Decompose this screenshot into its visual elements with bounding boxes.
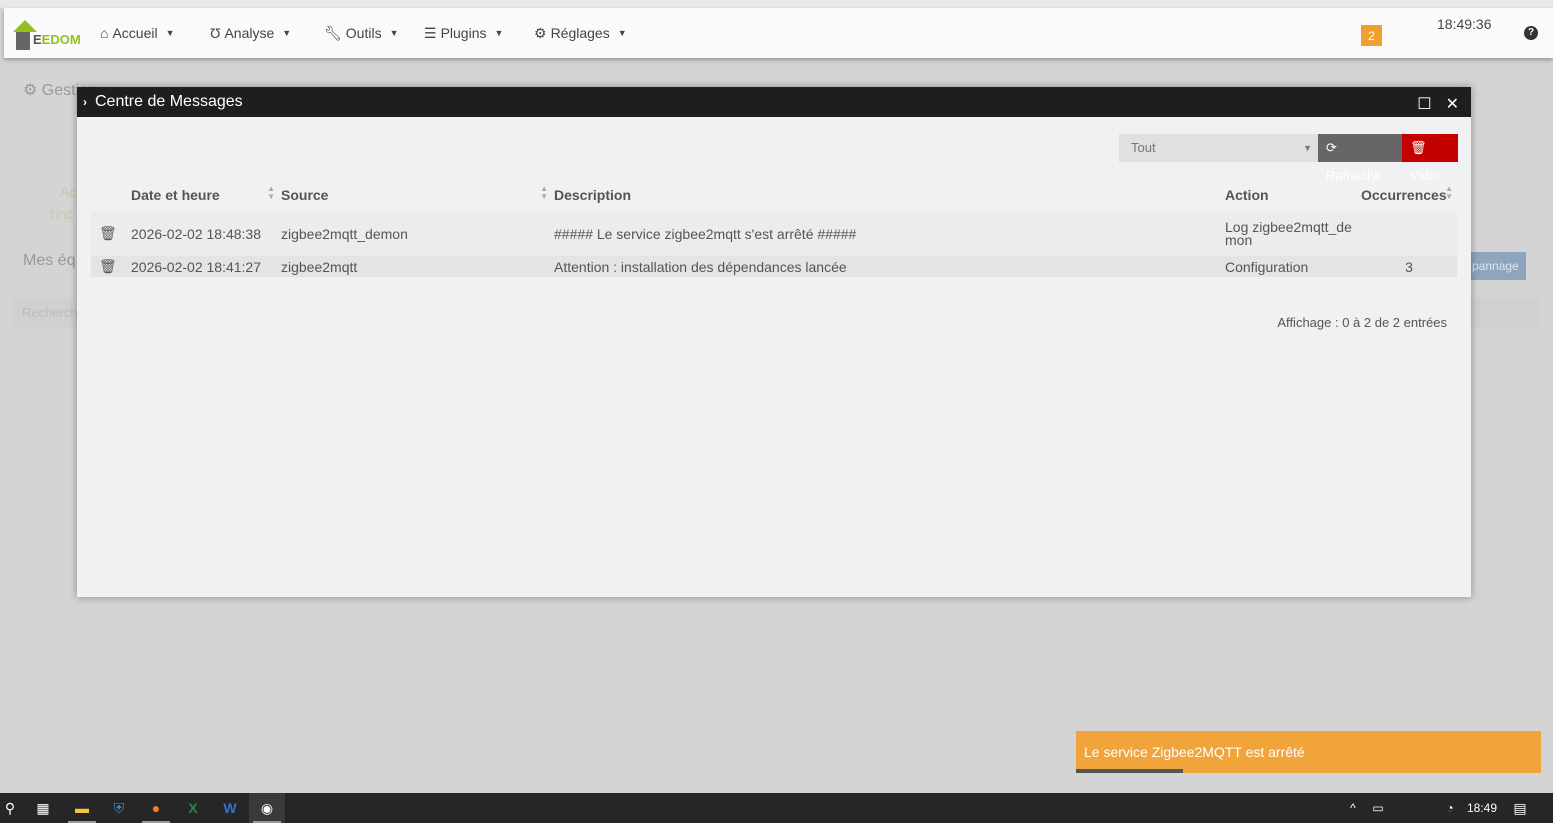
- clock: 18:49:36: [1437, 16, 1492, 32]
- browser-strip: [0, 0, 1553, 8]
- taskbar-clock[interactable]: 18:49: [1462, 793, 1502, 823]
- table-row: 🗑︎ 2026-02-02 18:48:38 zigbee2mqtt_demon…: [91, 211, 1457, 256]
- cell-date: 2026-02-02 18:48:38: [131, 225, 261, 242]
- chevron-right-icon: ›: [83, 95, 87, 109]
- stethoscope-icon: Ʊ: [210, 25, 221, 41]
- delete-message-icon[interactable]: 🗑︎: [91, 211, 129, 256]
- cell-description: Attention : installation des dépendances…: [554, 258, 847, 275]
- excel-icon[interactable]: X: [175, 793, 211, 823]
- nav-label: Plugins: [440, 25, 487, 41]
- nav-label: Analyse: [224, 25, 275, 41]
- column-header-description[interactable]: Description: [552, 179, 1223, 211]
- table-info: Affichage : 0 à 2 de 2 entrées: [1277, 315, 1447, 330]
- refresh-button[interactable]: ⟳ Rafraichir: [1318, 134, 1402, 183]
- dialog-titlebar[interactable]: › Centre de Messages ☐ ✕: [77, 87, 1471, 117]
- battery-icon[interactable]: ▭: [1360, 793, 1396, 823]
- cell-occurrences: 3: [1405, 258, 1413, 275]
- header-label: Description: [554, 187, 632, 203]
- header-label: Action: [1225, 187, 1269, 203]
- caret-down-icon: ▼: [389, 28, 399, 38]
- gear-icon: ⚙: [534, 24, 547, 41]
- clear-button[interactable]: 🗑︎Vider: [1402, 134, 1458, 183]
- top-navbar: EEDOM ⌂ Accueil ▼ Ʊ Analyse ▼ 🔧︎ Outils ▼ ☰ Plu…: [4, 8, 1553, 58]
- list-icon: ☰: [424, 24, 437, 41]
- caret-down-icon: ▼: [165, 28, 175, 38]
- sort-icon: ▲ ▼: [267, 184, 275, 201]
- nav-accueil[interactable]: ⌂ Accueil ▼: [100, 8, 175, 58]
- message-count-badge[interactable]: 2: [1361, 25, 1382, 46]
- caret-down-icon: ▼: [494, 28, 504, 38]
- nav-label: Réglages: [550, 25, 610, 41]
- bg-item: Ac: [60, 184, 77, 200]
- windows-taskbar: ⚲ ▦ ▬ ⛨ ● X W ◉ ^ ▭ ◔ 18:49 ▤: [0, 793, 1553, 823]
- close-icon[interactable]: ✕: [1446, 94, 1459, 114]
- logo-text: EEDOM: [33, 32, 81, 47]
- delete-message-icon[interactable]: 🗑︎: [91, 256, 129, 277]
- nav-label: Outils: [345, 25, 382, 41]
- nav-outils[interactable]: 🔧︎ Outils ▼: [324, 8, 399, 58]
- wrench-icon: 🔧︎: [324, 24, 342, 41]
- bg-section-title: Mes éq: [23, 252, 76, 269]
- word-icon[interactable]: W: [212, 793, 248, 823]
- caret-down-icon: ▼: [1303, 143, 1312, 153]
- header-label: Source: [281, 187, 329, 203]
- nav-label: Accueil: [112, 25, 158, 41]
- nav-plugins[interactable]: ☰ Plugins ▼: [424, 8, 503, 58]
- column-header-date[interactable]: Date et heure ▲ ▼: [129, 179, 279, 211]
- filter-select[interactable]: Tout ▼: [1119, 134, 1318, 162]
- messages-table: Date et heure ▲ ▼ Source ▲ ▼ Description Act…: [91, 179, 1457, 277]
- nav-reglages[interactable]: ⚙ Réglages ▼: [534, 8, 627, 58]
- refresh-icon: ⟳: [1326, 140, 1337, 155]
- maximize-icon[interactable]: ☐: [1417, 94, 1431, 114]
- notifications-icon[interactable]: ▤: [1502, 793, 1538, 823]
- security-app-icon[interactable]: ⛨: [101, 793, 137, 823]
- firefox-icon[interactable]: ●: [138, 793, 174, 823]
- cell-source: zigbee2mqtt: [281, 258, 358, 275]
- filter-value: Tout: [1131, 140, 1156, 155]
- message-center-dialog: › Centre de Messages ☐ ✕ Tout ▼ ⟳ Rafraic…: [77, 87, 1471, 597]
- caret-down-icon: ▼: [617, 28, 627, 38]
- bg-item: l'inc: [50, 206, 74, 222]
- column-header-occurrences[interactable]: Occurrences ▲ ▼: [1359, 179, 1457, 211]
- cell-occurrences: [1359, 211, 1457, 256]
- sort-icon: ▲ ▼: [1445, 184, 1453, 201]
- app-icon[interactable]: ◉: [249, 793, 285, 823]
- search-icon[interactable]: ⚲: [0, 793, 28, 823]
- column-header-action[interactable]: Action: [1223, 179, 1359, 211]
- nav-analyse[interactable]: Ʊ Analyse ▼: [210, 8, 291, 58]
- cell-date: 2026-02-02 18:41:27: [131, 258, 261, 275]
- cell-action-link[interactable]: Log zigbee2mqtt_demon: [1223, 211, 1359, 256]
- jeedom-logo[interactable]: EEDOM: [11, 16, 87, 52]
- caret-down-icon: ▼: [282, 28, 292, 38]
- dialog-title: Centre de Messages: [95, 93, 243, 110]
- table-row: 🗑︎ 2026-02-02 18:41:27 zigbee2mqtt Atten…: [91, 256, 1457, 277]
- task-view-icon[interactable]: ▦: [25, 793, 61, 823]
- file-explorer-icon[interactable]: ▬: [64, 793, 100, 823]
- header-label: Date et heure: [131, 187, 220, 203]
- bg-depannage-button[interactable]: pannage: [1467, 252, 1526, 280]
- trash-icon: 🗑︎: [1410, 140, 1427, 155]
- sort-icon: ▲ ▼: [540, 184, 548, 201]
- help-icon[interactable]: ?: [1524, 26, 1538, 40]
- cell-source: zigbee2mqtt_demon: [281, 225, 408, 242]
- toast-progress-bar: [1076, 769, 1183, 773]
- toast-message: Le service Zigbee2MQTT est arrêté: [1084, 744, 1305, 760]
- column-header-source[interactable]: Source ▲ ▼: [279, 179, 552, 211]
- header-label: Occurrences: [1361, 187, 1447, 203]
- home-icon: ⌂: [100, 25, 109, 41]
- notification-toast[interactable]: Le service Zigbee2MQTT est arrêté: [1076, 731, 1541, 773]
- cell-action-link[interactable]: Configuration: [1223, 256, 1359, 277]
- cell-description: ##### Le service zigbee2mqtt s'est arrêt…: [554, 225, 857, 242]
